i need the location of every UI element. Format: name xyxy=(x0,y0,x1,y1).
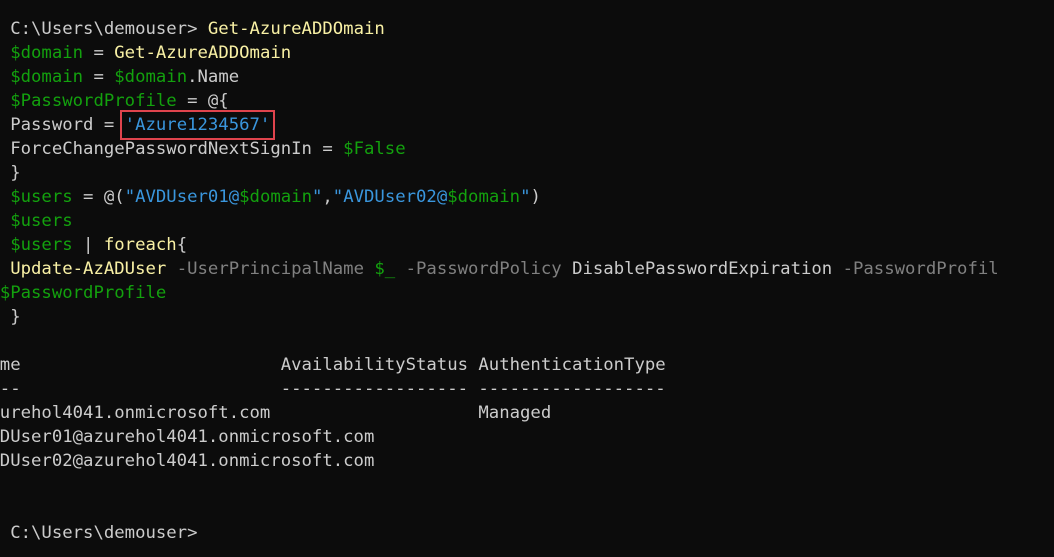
continuation-prompt: >> xyxy=(0,115,10,135)
continuation-prompt: >> xyxy=(0,307,10,327)
key: ForceChangePasswordNextSignIn xyxy=(10,139,312,159)
variable: $domain xyxy=(447,187,521,207)
string: "AVDUser02@ xyxy=(332,187,448,207)
variable: $users xyxy=(10,235,73,255)
final-prompt[interactable]: PS C:\Users\demouser> xyxy=(0,521,1054,545)
script-line-12: >> } xyxy=(0,305,1054,329)
variable: $domain xyxy=(114,67,188,87)
script-line-10: >> Update-AzADUser -UserPrincipalName $_… xyxy=(0,257,1054,281)
script-line-9: >> $users | foreach{ xyxy=(0,233,1054,257)
string: "AVDUser01@ xyxy=(124,187,240,207)
continuation-prompt: >> xyxy=(0,139,10,159)
string: " xyxy=(311,187,323,207)
variable: $domain xyxy=(10,43,84,63)
table-separator: ---- ------------------ ----------------… xyxy=(0,379,666,399)
script-line-7: >> $users = @("AVDUser01@$domain","AVDUs… xyxy=(0,185,1054,209)
powershell-terminal[interactable]: PS C:\Users\demouser> Get-AzureADDOmain … xyxy=(0,17,1054,545)
variable: $False xyxy=(343,139,406,159)
script-line-11: e $PasswordProfile xyxy=(0,281,1054,305)
operator: , xyxy=(322,187,333,207)
property: .Name xyxy=(187,67,240,87)
script-line-5: >> ForceChangePasswordNextSignIn = $Fals… xyxy=(0,137,1054,161)
key: Password xyxy=(10,115,94,135)
operator: = xyxy=(93,115,125,135)
operator: ) xyxy=(530,187,541,207)
operator: = xyxy=(83,67,115,87)
table-row: AVDUser01@azurehol4041.onmicrosoft.com xyxy=(0,427,375,447)
continuation-prompt: >> xyxy=(0,211,10,231)
table-row: AVDUser02@azurehol4041.onmicrosoft.com xyxy=(0,451,375,471)
parameter: -PasswordPolicy xyxy=(395,259,573,279)
variable: $PasswordProfile xyxy=(0,283,167,303)
table-header: Name AvailabilityStatus AuthenticationTy… xyxy=(0,355,666,375)
prompt-line: PS C:\Users\demouser> Get-AzureADDOmain xyxy=(0,17,1054,41)
continuation-prompt: >> xyxy=(0,235,10,255)
string: " xyxy=(520,187,531,207)
script-line-8: >> $users xyxy=(0,209,1054,233)
parameter: -UserPrincipalName xyxy=(166,259,375,279)
prompt: PS C:\Users\demouser> xyxy=(0,19,208,39)
script-line-1: >> $domain = Get-AzureADDOmain xyxy=(0,41,1054,65)
operator: = xyxy=(83,43,115,63)
brace: { xyxy=(176,235,188,255)
command: foreach xyxy=(103,235,177,255)
parameter: -PasswordProfil xyxy=(832,259,999,279)
variable: $domain xyxy=(239,187,312,207)
brace: } xyxy=(10,163,21,183)
script-line-3: >> $PasswordProfile = @{ xyxy=(0,89,1054,113)
variable: $_ xyxy=(374,259,396,279)
continuation-prompt: >> xyxy=(0,187,10,207)
variable: $users xyxy=(10,211,73,231)
script-line-2: >> $domain = $domain.Name xyxy=(0,65,1054,89)
variable: $domain xyxy=(10,67,84,87)
continuation-prompt: >> xyxy=(0,163,10,183)
continuation-prompt: >> xyxy=(0,259,10,279)
command: Update-AzADUser xyxy=(10,259,167,279)
operator: = @( xyxy=(72,187,125,207)
command: Get-AzureADDOmain xyxy=(114,43,292,63)
continuation-prompt: >> xyxy=(0,43,10,63)
variable: $PasswordProfile xyxy=(10,91,177,111)
operator: = xyxy=(311,139,344,159)
operator: = @{ xyxy=(176,91,229,111)
continuation-prompt: >> xyxy=(0,91,10,111)
script-line-6: >> } xyxy=(0,161,1054,185)
command: Get-AzureADDOmain xyxy=(207,19,385,39)
brace: } xyxy=(10,307,21,327)
continuation-prompt: >> xyxy=(0,67,10,87)
argument: DisablePasswordExpiration xyxy=(572,259,833,279)
script-line-4: >> Password = 'Azure1234567' xyxy=(0,110,1054,140)
password-string-highlighted: 'Azure1234567' xyxy=(119,110,276,140)
table-row: azurehol4041.onmicrosoft.com Managed xyxy=(0,403,552,423)
operator: | xyxy=(72,235,104,255)
variable: $users xyxy=(10,187,73,207)
